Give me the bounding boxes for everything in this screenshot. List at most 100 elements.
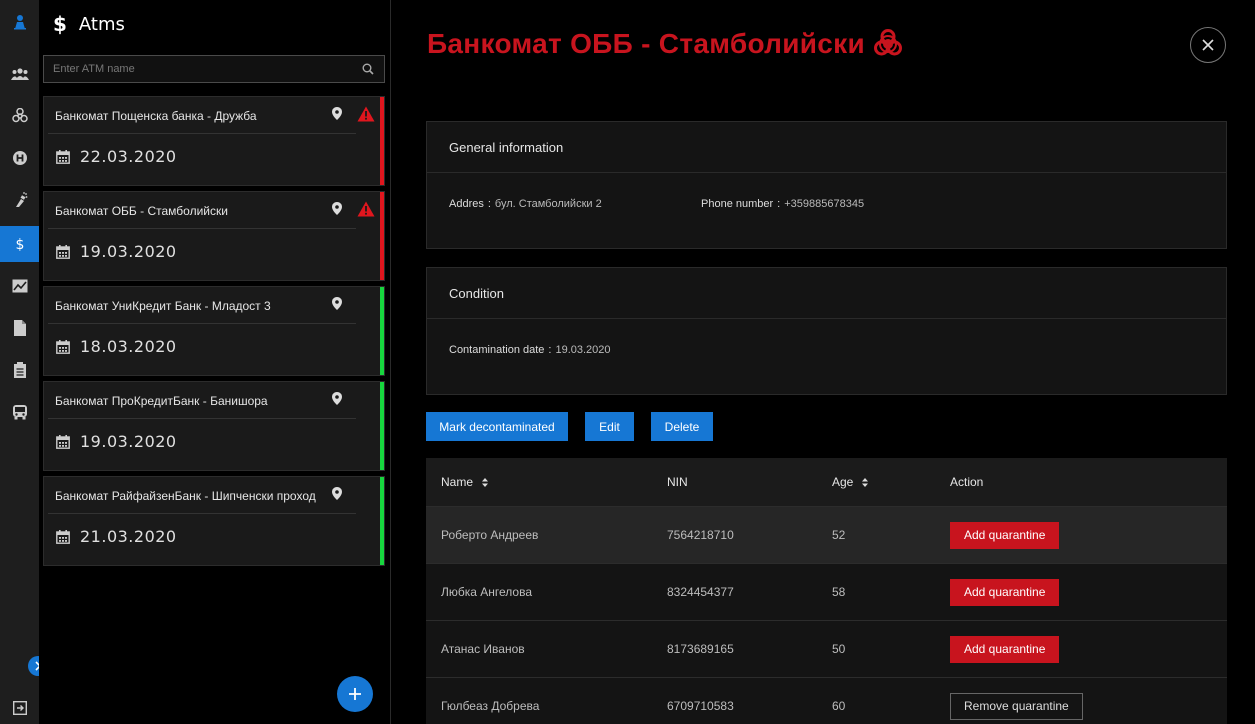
chart-icon[interactable] bbox=[0, 268, 39, 304]
plus-icon bbox=[349, 688, 361, 700]
location-pin-icon[interactable] bbox=[332, 487, 342, 500]
table-header: Name NIN Age Action bbox=[426, 458, 1227, 506]
sort-by-age[interactable]: Age bbox=[817, 475, 935, 489]
atm-date-row: 22.03.2020 bbox=[56, 147, 177, 166]
person-name: Атанас Иванов bbox=[441, 642, 525, 656]
table-row: Атанас Иванов 8173689165 50 Add quarantine bbox=[426, 620, 1227, 677]
name-column-header: Name bbox=[441, 475, 474, 489]
location-pin-icon[interactable] bbox=[332, 107, 342, 120]
document-icon[interactable] bbox=[0, 310, 39, 346]
table-body: Роберто Андреев 7564218710 52 Add quarantin… bbox=[426, 506, 1227, 724]
panel-title: Atms bbox=[78, 13, 125, 35]
calendar-icon bbox=[56, 149, 70, 164]
contacts-table: Name NIN Age Action Роберто Андреев 75642… bbox=[426, 458, 1227, 724]
person-nin: 6709710583 bbox=[667, 699, 734, 713]
add-atm-button[interactable] bbox=[337, 676, 373, 712]
status-bar bbox=[380, 287, 384, 375]
atm-list-item[interactable]: Банкомат Пощенска банка - Дружба 22.03.20… bbox=[43, 96, 385, 186]
atm-name: Банкомат ОББ - Стамболийски bbox=[55, 204, 228, 218]
close-button[interactable] bbox=[1190, 27, 1226, 63]
divider bbox=[48, 418, 356, 419]
status-bar bbox=[380, 382, 384, 470]
atm-date: 18.03.2020 bbox=[80, 337, 177, 356]
add-quarantine-button[interactable]: Add quarantine bbox=[950, 635, 1060, 663]
person-name: Любка Ангелова bbox=[441, 585, 533, 599]
panel-header: $ Atms bbox=[53, 12, 125, 36]
atm-date: 21.03.2020 bbox=[80, 527, 177, 546]
search-input[interactable] bbox=[44, 56, 384, 82]
atm-list-item[interactable]: Банкомат ОББ - Стамболийски 19.03.2020 bbox=[43, 191, 385, 281]
status-bar bbox=[380, 192, 384, 280]
sort-by-name[interactable]: Name bbox=[426, 475, 652, 489]
nin-column-header: NIN bbox=[667, 475, 688, 489]
add-quarantine-button[interactable]: Add quarantine bbox=[950, 578, 1060, 606]
search-box bbox=[43, 55, 385, 83]
condition-card: Condition Contamination date: 19.03.2020 bbox=[426, 267, 1227, 395]
warning-icon bbox=[357, 201, 375, 217]
page-title: Банкомат ОББ - Стамболийски bbox=[427, 28, 865, 59]
location-pin-icon[interactable] bbox=[332, 202, 342, 215]
atm-date-row: 21.03.2020 bbox=[56, 527, 177, 546]
warning-icon bbox=[357, 106, 375, 122]
add-quarantine-button[interactable]: Add quarantine bbox=[950, 521, 1060, 549]
divider bbox=[48, 228, 356, 229]
table-row: Гюлбеаз Добрева 6709710583 60 Remove quaran… bbox=[426, 677, 1227, 724]
person-age: 60 bbox=[832, 699, 846, 713]
delete-button[interactable]: Delete bbox=[651, 412, 713, 441]
atm-list-panel: $ Atms Банкомат Пощенска банка - Дружба 2… bbox=[39, 0, 391, 724]
mark-decontaminated-button[interactable]: Mark decontaminated bbox=[426, 412, 568, 441]
location-pin-icon[interactable] bbox=[332, 297, 342, 310]
calendar-icon bbox=[56, 529, 70, 544]
divider bbox=[48, 513, 356, 514]
atm-date: 19.03.2020 bbox=[80, 432, 177, 451]
atm-list-item[interactable]: Банкомат РайфайзенБанк - Шипченски прохо… bbox=[43, 476, 385, 566]
atm-name: Банкомат ПроКредитБанк - Банишора bbox=[55, 394, 268, 408]
svg-text:$: $ bbox=[15, 237, 24, 252]
atm-date-row: 19.03.2020 bbox=[56, 432, 177, 451]
remove-quarantine-button[interactable]: Remove quarantine bbox=[950, 692, 1083, 720]
dollar-icon[interactable]: $ bbox=[0, 226, 39, 262]
atm-list-item[interactable]: Банкомат УниКредит Банк - Младост 3 18.03… bbox=[43, 286, 385, 376]
person-user-icon[interactable] bbox=[0, 4, 39, 40]
divider bbox=[48, 323, 356, 324]
person-age: 58 bbox=[832, 585, 846, 599]
address-field: Addres: бул. Стамболийски 2 bbox=[449, 198, 602, 210]
contamination-date-label: Contamination date bbox=[449, 344, 545, 356]
hospital-icon[interactable] bbox=[0, 140, 39, 176]
person-nin: 7564218710 bbox=[667, 528, 734, 542]
dollar-icon: $ bbox=[53, 12, 67, 36]
atm-date: 19.03.2020 bbox=[80, 242, 177, 261]
person-nin: 8173689165 bbox=[667, 642, 734, 656]
edit-button[interactable]: Edit bbox=[585, 412, 634, 441]
atm-name: Банкомат Пощенска банка - Дружба bbox=[55, 109, 257, 123]
bus-icon[interactable] bbox=[0, 394, 39, 430]
atm-date-row: 19.03.2020 bbox=[56, 242, 177, 261]
logout-icon[interactable] bbox=[0, 690, 39, 724]
biohazard-icon[interactable] bbox=[0, 98, 39, 134]
close-icon bbox=[1202, 39, 1214, 51]
biohazard-icon bbox=[873, 29, 902, 56]
group-icon[interactable] bbox=[0, 56, 39, 92]
calendar-icon bbox=[56, 244, 70, 259]
spray-icon[interactable] bbox=[0, 182, 39, 218]
atm-name: Банкомат РайфайзенБанк - Шипченски прохо… bbox=[55, 489, 316, 503]
atm-name: Банкомат УниКредит Банк - Младост 3 bbox=[55, 299, 271, 313]
person-nin: 8324454377 bbox=[667, 585, 734, 599]
location-pin-icon[interactable] bbox=[332, 392, 342, 405]
person-age: 50 bbox=[832, 642, 846, 656]
search-icon[interactable] bbox=[362, 63, 374, 75]
atm-date-row: 18.03.2020 bbox=[56, 337, 177, 356]
contamination-date-field: Contamination date: 19.03.2020 bbox=[449, 344, 611, 356]
sort-icon bbox=[862, 477, 869, 487]
status-bar bbox=[380, 477, 384, 565]
general-information-card: General information Addres: бул. Стамбол… bbox=[426, 121, 1227, 249]
status-bar bbox=[380, 97, 384, 185]
icon-rail: $ bbox=[0, 0, 39, 724]
person-name: Гюлбеаз Добрева bbox=[441, 699, 540, 713]
contamination-date-value: 19.03.2020 bbox=[555, 344, 611, 356]
table-row: Роберто Андреев 7564218710 52 Add quarantin… bbox=[426, 506, 1227, 563]
phone-label: Phone number bbox=[701, 198, 774, 210]
sort-icon bbox=[482, 477, 489, 487]
clipboard-icon[interactable] bbox=[0, 352, 39, 388]
atm-list-item[interactable]: Банкомат ПроКредитБанк - Банишора 19.03.2… bbox=[43, 381, 385, 471]
